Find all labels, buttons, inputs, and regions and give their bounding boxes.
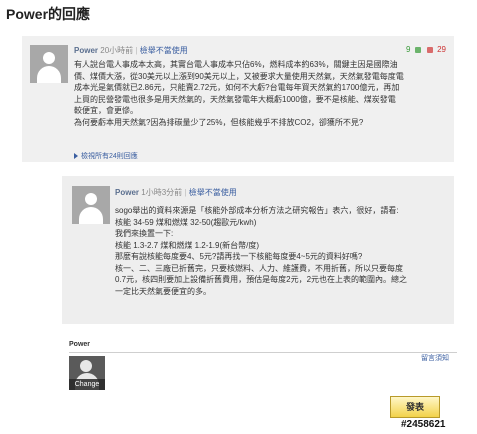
reply-card: Power 1小時3分前 | 檢舉不當使用 sogo舉出的資料來源是「核能外部成… [62, 176, 454, 324]
comment-card: Power 20小時前 | 檢舉不當使用 9 29 有人說台電人事成本太高，其實… [22, 36, 454, 162]
reply-line: 核一、二、三廠已折舊完，只要核燃料、人力、維護費，不用折舊，所以只要每度 [115, 263, 403, 273]
reply-time: 1小時3分前 [141, 188, 183, 197]
comment-rules-link[interactable]: 留言須知 [421, 353, 449, 363]
meta-separator: | [135, 46, 138, 55]
reply-body: sogo舉出的資料來源是「核能外部成本分析方法之研究報告」表六，很好，請看: 核… [115, 205, 449, 297]
change-avatar-button[interactable]: Change [69, 379, 105, 390]
view-all-replies-link[interactable]: 檢視所有24則回應 [74, 151, 138, 161]
page-title: Power的回應 [6, 6, 91, 22]
comment-body: 有人說台電人事成本太高，其實台電人事成本只佔6%，燃料成本約63%，關鍵主因是國… [74, 59, 450, 128]
thumbs-up-icon[interactable] [414, 46, 421, 53]
comment-meta: Power 20小時前 | 檢舉不當使用 [74, 45, 188, 56]
submit-button[interactable]: 發表 [390, 396, 440, 418]
comment-line: 價、煤價大漲，從30美元以上漲到90美元以上，又被要求大量使用天然氣，天然氣發電… [74, 71, 404, 81]
comment-time: 20小時前 [100, 46, 134, 55]
watermark: #2458621 [401, 419, 446, 430]
avatar[interactable] [72, 186, 110, 224]
avatar-head-shape [85, 193, 97, 205]
report-link[interactable]: 檢舉不當使用 [189, 188, 237, 197]
reply-line: 核能 34-59 煤和燃煤 32-50(趨歐元/kwh) [115, 217, 257, 227]
comment-line: 上買的民營發電也很多是用天然氣的，天然氣發電年大概虧1000億，要不是核能、煤炭… [74, 94, 396, 104]
vote-counts: 9 29 [406, 45, 446, 54]
reply-author[interactable]: Power [115, 188, 139, 197]
downvote-count: 29 [437, 45, 446, 54]
comment-line: 較便宜，會更慘。 [74, 106, 138, 115]
compose-author: Power [69, 341, 91, 348]
reply-line: 那麼有說核能每度要4、5元?請再找一下核能每度要4~5元的資料好嗎? [115, 252, 363, 261]
avatar-head-shape [43, 52, 55, 64]
comment-author[interactable]: Power [74, 46, 98, 55]
reply-line: sogo舉出的資料來源是「核能外部成本分析方法之研究報告」表六，很好，請看: [115, 206, 399, 215]
avatar-body-shape [37, 66, 61, 83]
comment-line: 成本光是氣價就已2.86元，只能賣2.72元，如何不大虧?台電每年買天然氣約17… [74, 83, 400, 92]
comment-line: 有人說台電人事成本太高，其實台電人事成本只佔6%，燃料成本約63%，關鍵主因是國… [74, 60, 398, 69]
reply-line: 核能 1.3-2.7 煤和燃煤 1.2-1.9(新台幣/度) [115, 240, 260, 250]
avatar-body-shape [79, 207, 103, 224]
comment-line: 為何要虧本用天然氣?因為排碳量少了25%，但核能幾乎不排放CO2，卻獲所不見? [74, 117, 364, 127]
expand-arrow-icon [74, 153, 78, 160]
avatar-head-shape [80, 360, 92, 372]
reply-line: 一定比天然氣要便宜的多。 [115, 286, 211, 296]
upvote-count: 9 [405, 45, 411, 54]
reply-line: 我們來換置一下: [115, 229, 174, 238]
meta-separator: | [184, 188, 187, 197]
divider [69, 352, 457, 353]
reply-meta: Power 1小時3分前 | 檢舉不當使用 [115, 187, 237, 198]
view-all-replies-label: 檢視所有24則回應 [81, 153, 138, 160]
reply-line: 0.7元，核四則要加上設備折舊費用，預估是每度2元，2元也在上表的範圍內。總之 [115, 275, 408, 284]
avatar[interactable] [30, 45, 68, 83]
report-link[interactable]: 檢舉不當使用 [140, 46, 188, 55]
thumbs-down-icon[interactable] [426, 46, 433, 53]
